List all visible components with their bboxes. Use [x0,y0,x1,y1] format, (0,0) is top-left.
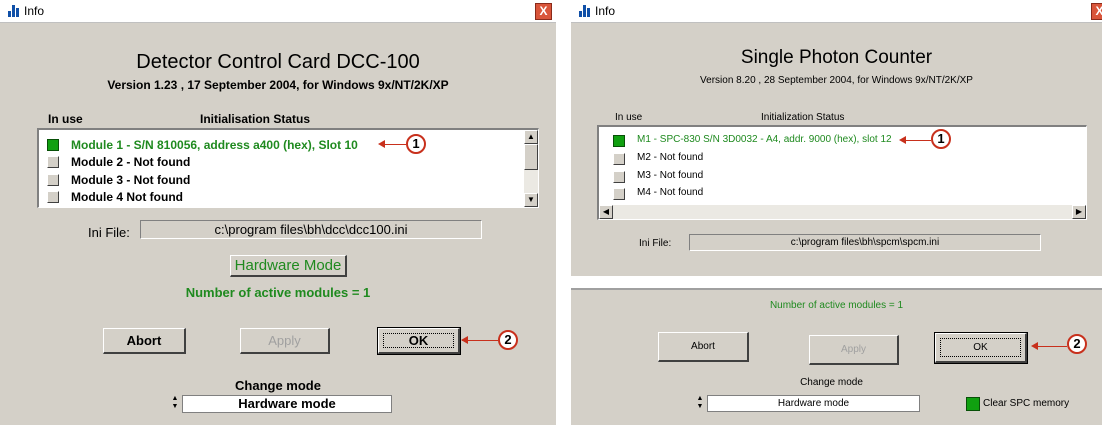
change-mode-label: Change mode [235,378,321,393]
mode-spinner-icon[interactable]: ▲ ▼ [695,395,705,413]
scroll-thumb[interactable] [524,144,538,170]
col-header-status: Initialization Status [761,112,845,123]
ini-file-label: Ini File: [639,238,672,249]
vertical-scrollbar[interactable]: ▲ ▼ [524,130,538,207]
module-text: Module 4 Not found [71,190,183,204]
module-text: Module 3 - Not found [71,173,191,187]
module-text: M1 - SPC-830 S/N 3D0032 - A4, addr. 9000… [637,134,892,145]
arrow-left-icon [899,136,906,144]
status-led-icon [47,139,59,151]
clear-memory-checkbox[interactable] [966,397,980,411]
col-header-status: Initialisation Status [200,112,311,126]
change-mode-label: Change mode [800,377,863,388]
window-title: Info [24,4,45,18]
page-title: Single Photon Counter [740,47,933,68]
app-icon [8,5,20,17]
callout-badge: 1 [406,134,426,154]
dcc-info-window: Info X Detector Control Card DCC-100 Ver… [0,0,556,425]
ok-button[interactable]: OK [934,332,1028,364]
arrow-left-icon [378,140,385,148]
abort-button[interactable]: Abort [658,332,749,362]
callout-line [1033,346,1067,347]
status-led-icon [613,188,625,200]
callout-badge: 1 [931,129,951,149]
arrow-left-icon [461,336,468,344]
module-list[interactable]: M1 - SPC-830 S/N 3D0032 - A4, addr. 9000… [597,125,1087,220]
abort-button[interactable]: Abort [103,328,186,354]
status-led-icon [613,153,625,165]
mode-select[interactable]: Hardware mode [182,395,392,413]
version-text: Version 8.20 , 28 September 2004, for Wi… [700,75,973,86]
scroll-right-icon[interactable]: ▶ [1072,205,1086,219]
module-text: M3 - Not found [637,170,704,181]
focus-ring [383,333,454,348]
spc-info-window: Info X Single Photon Counter Version 8.2… [571,0,1102,425]
page-title: Detector Control Card DCC-100 [136,51,420,73]
module-text: Module 2 - Not found [71,155,191,169]
callout-badge: 2 [1067,334,1087,354]
apply-button[interactable]: Apply [240,328,330,354]
focus-ring [940,338,1021,357]
apply-button[interactable]: Apply [809,335,899,365]
close-icon[interactable]: X [1091,3,1102,20]
status-led-icon [613,171,625,183]
app-icon [579,5,591,17]
col-header-in-use: In use [48,112,83,126]
title-bar: Info X [0,0,556,23]
clipped-area [571,276,1102,288]
hardware-mode-button[interactable]: Hardware Mode [230,255,347,277]
status-led-icon [613,135,625,147]
horizontal-scrollbar[interactable]: ◀ ▶ [599,205,1086,219]
status-led-icon [47,174,59,186]
module-text: M4 - Not found [637,187,704,198]
module-list[interactable]: Module 1 - S/N 810056, address a400 (hex… [37,128,539,208]
status-led-icon [47,156,59,168]
ini-file-path: c:\program files\bh\spcm\spcm.ini [689,234,1041,251]
window-title: Info [595,4,616,18]
mode-select[interactable]: Hardware mode [707,395,920,412]
module-text: Module 1 - S/N 810056, address a400 (hex… [71,138,358,152]
status-led-icon [47,191,59,203]
scroll-down-icon[interactable]: ▼ [524,193,538,207]
arrow-left-icon [1031,342,1038,350]
ini-file-label: Ini File: [88,225,130,240]
scroll-up-icon[interactable]: ▲ [524,130,538,144]
version-text: Version 1.23 , 17 September 2004, for Wi… [107,78,449,92]
title-bar: Info X [571,0,1102,23]
ok-button[interactable]: OK [377,327,461,355]
col-header-in-use: In use [615,112,643,123]
callout-badge: 2 [498,330,518,350]
divider [571,288,1102,290]
mode-spinner-icon[interactable]: ▲ ▼ [170,395,180,413]
ini-file-path: c:\program files\bh\dcc\dcc100.ini [140,220,482,239]
close-icon[interactable]: X [535,3,552,20]
module-text: M2 - Not found [637,152,704,163]
active-modules-text: Number of active modules = 1 [185,285,371,300]
clear-memory-label: Clear SPC memory [983,398,1070,409]
scroll-left-icon[interactable]: ◀ [599,205,613,219]
active-modules-text: Number of active modules = 1 [769,300,904,311]
